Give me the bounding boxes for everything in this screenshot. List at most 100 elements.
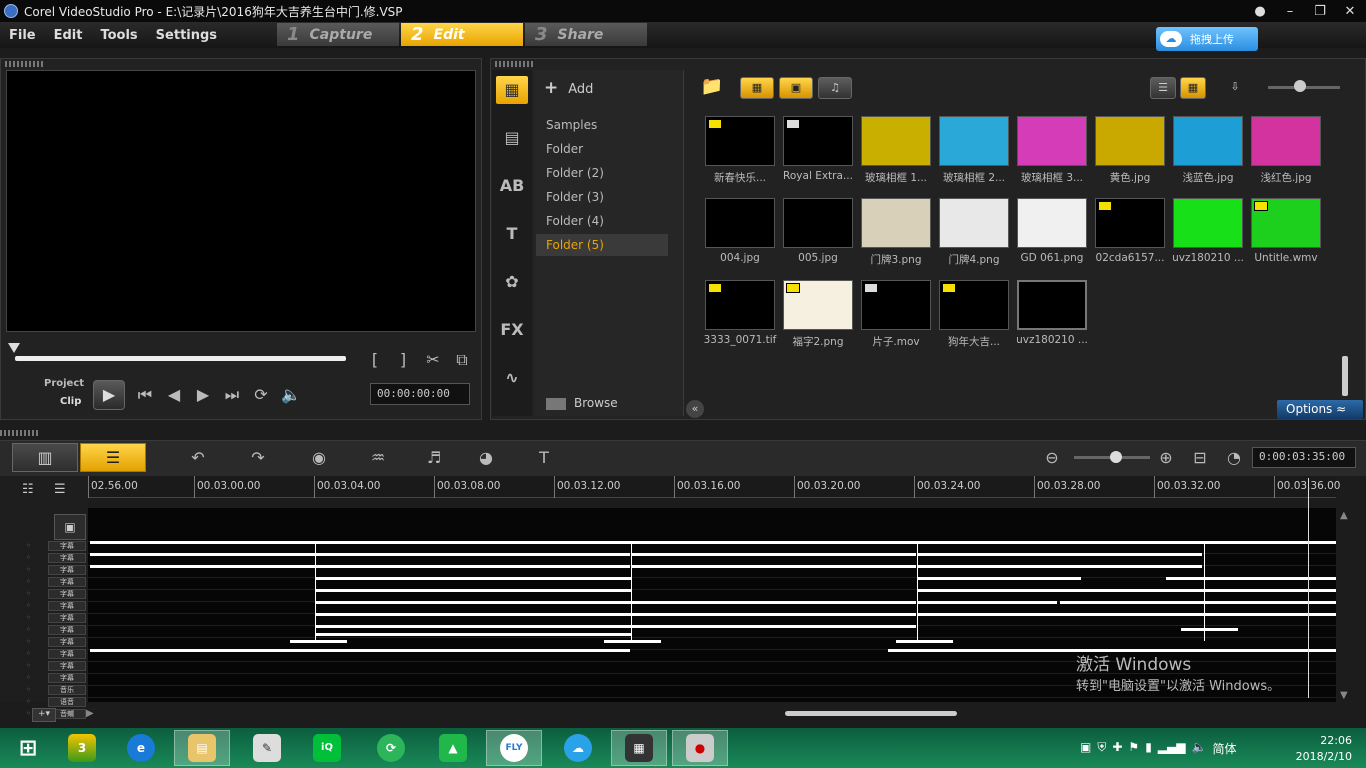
graphic-icon[interactable]: ✿ (496, 268, 528, 296)
scroll-right-icon[interactable]: ▶ (86, 708, 94, 719)
restore-button[interactable]: ❐ (1312, 4, 1328, 19)
help-icon[interactable]: ● (1252, 4, 1268, 19)
timeline-clip[interactable] (316, 601, 631, 604)
track-visibility-icon[interactable]: ◦ (26, 661, 31, 670)
storyboard-view-button[interactable]: ▥ (12, 443, 78, 472)
media-thumbnail[interactable] (1173, 116, 1243, 166)
media-thumbnail[interactable] (939, 280, 1009, 330)
media-thumbnail[interactable] (861, 198, 931, 248)
repeat-icon[interactable]: ⟳ (250, 385, 272, 404)
track-label[interactable]: 音乐 (48, 685, 86, 695)
mark-in-icon[interactable]: [ (364, 350, 386, 369)
media-thumbnail[interactable] (783, 280, 853, 330)
timeline-playhead[interactable] (1308, 478, 1309, 698)
timeline-clip[interactable] (631, 613, 916, 616)
track-label[interactable]: 字幕 (48, 541, 86, 551)
taskbar-app-ie[interactable]: e (113, 730, 169, 766)
timeline-horizontal-scrollbar[interactable] (785, 711, 957, 716)
timeline-clip[interactable] (917, 565, 1202, 568)
previous-frame-icon[interactable]: ◀ (163, 385, 185, 404)
transition-icon[interactable]: AB (496, 172, 528, 200)
close-button[interactable]: ✕ (1342, 4, 1358, 19)
track-label[interactable]: 字幕 (48, 637, 86, 647)
step-tab-capture[interactable]: 1 Capture (277, 23, 399, 46)
menu-tools[interactable]: Tools (91, 28, 146, 43)
player-timecode[interactable]: 00:00:00:00 (370, 383, 470, 405)
menu-file[interactable]: File (0, 28, 45, 43)
track-list-icon[interactable]: ☰ (54, 482, 66, 497)
media-thumbnail[interactable] (1173, 198, 1243, 248)
timeline-clip[interactable] (631, 553, 916, 556)
tray-360-icon[interactable]: ✚ (1112, 740, 1122, 757)
taskbar-app-remote[interactable]: ● (672, 730, 728, 766)
taskbar-app-refresh[interactable]: ⟳ (363, 730, 419, 766)
track-visibility-icon[interactable]: ◦ (26, 541, 31, 550)
timeline-clip[interactable] (1181, 628, 1238, 631)
timeline-clip[interactable] (917, 613, 1336, 616)
network-icon[interactable]: ▂▄▆ (1158, 740, 1186, 757)
track-scroll-down-icon[interactable]: ▼ (1340, 690, 1348, 701)
folder-item[interactable]: Samples (536, 114, 668, 136)
taskbar-app-green[interactable]: ▲ (425, 730, 481, 766)
media-thumbnail[interactable] (861, 116, 931, 166)
track-label[interactable]: 字幕 (48, 673, 86, 683)
player-grip[interactable] (5, 61, 45, 67)
track-label[interactable]: 字幕 (48, 613, 86, 623)
undo-icon[interactable]: ↶ (184, 446, 212, 470)
media-thumbnail[interactable] (861, 280, 931, 330)
input-language[interactable]: 简体 (1212, 740, 1236, 757)
enlarge-preview-icon[interactable]: ⧉ (451, 350, 473, 370)
shield-icon[interactable]: ⛨ (1097, 740, 1106, 757)
media-thumbnail[interactable] (1095, 116, 1165, 166)
project-mode-label[interactable]: Project (44, 378, 84, 389)
media-thumbnail[interactable] (1251, 198, 1321, 248)
track-visibility-icon[interactable]: ◦ (26, 649, 31, 658)
timeline-clip[interactable] (631, 565, 916, 568)
media-thumbnail[interactable] (705, 280, 775, 330)
mark-out-icon[interactable]: ] (392, 350, 414, 369)
thumbnail-size-knob[interactable] (1294, 80, 1306, 92)
media-thumbnail[interactable] (1017, 116, 1087, 166)
library-grip[interactable] (495, 61, 535, 67)
menu-settings[interactable]: Settings (147, 28, 226, 43)
play-button[interactable]: ▶ (93, 380, 125, 410)
timeline-clip[interactable] (896, 640, 953, 643)
title-icon[interactable]: T (496, 220, 528, 248)
filter-icon[interactable]: FX (496, 316, 528, 344)
media-thumbnail[interactable] (939, 116, 1009, 166)
timeline-clip[interactable] (631, 541, 1336, 544)
taskbar-app-explorer[interactable]: ▤ (174, 730, 230, 766)
media-thumbnail[interactable] (783, 116, 853, 166)
track-visibility-icon[interactable]: ◦ (26, 577, 31, 586)
library-scrollbar[interactable] (1342, 356, 1348, 396)
timeline-clip[interactable] (604, 640, 661, 643)
timeline-clip[interactable] (290, 640, 347, 643)
split-clip-icon[interactable]: ✂ (422, 350, 444, 369)
scrub-bar[interactable] (15, 356, 346, 361)
instant-project-icon[interactable]: ▤ (496, 124, 528, 152)
track-visibility-icon[interactable]: ◦ (26, 637, 31, 646)
media-thumbnail[interactable] (1017, 280, 1087, 330)
media-thumbnail[interactable] (705, 198, 775, 248)
browse-button[interactable]: Browse (546, 396, 618, 410)
timeline-clip[interactable] (316, 577, 631, 580)
track-visibility-icon[interactable]: ◦ (26, 709, 31, 718)
track-label[interactable]: 字幕 (48, 661, 86, 671)
redo-icon[interactable]: ↷ (244, 446, 272, 470)
track-label[interactable]: 字幕 (48, 589, 86, 599)
folder-item-active[interactable]: Folder (5) (536, 234, 668, 256)
track-visibility-icon[interactable]: ◦ (26, 589, 31, 598)
track-label[interactable]: 字幕 (48, 625, 86, 635)
timeline-clip[interactable] (631, 601, 916, 604)
motion-tracking-icon[interactable]: ◕ (472, 446, 500, 470)
taskbar-app-baidu-cloud[interactable]: ☁ (550, 730, 606, 766)
track-label[interactable]: 语音 (48, 697, 86, 707)
media-thumbnail[interactable] (1017, 198, 1087, 248)
folder-item[interactable]: Folder (2) (536, 162, 668, 184)
timeline-clip[interactable] (917, 601, 1057, 604)
menu-edit[interactable]: Edit (45, 28, 92, 43)
timeline-clip[interactable] (1060, 601, 1336, 604)
folder-item[interactable]: Folder (536, 138, 668, 160)
auto-music-icon[interactable]: ♬ (420, 446, 448, 470)
timeline-timecode[interactable]: 0:00:03:35:00 (1252, 447, 1356, 468)
